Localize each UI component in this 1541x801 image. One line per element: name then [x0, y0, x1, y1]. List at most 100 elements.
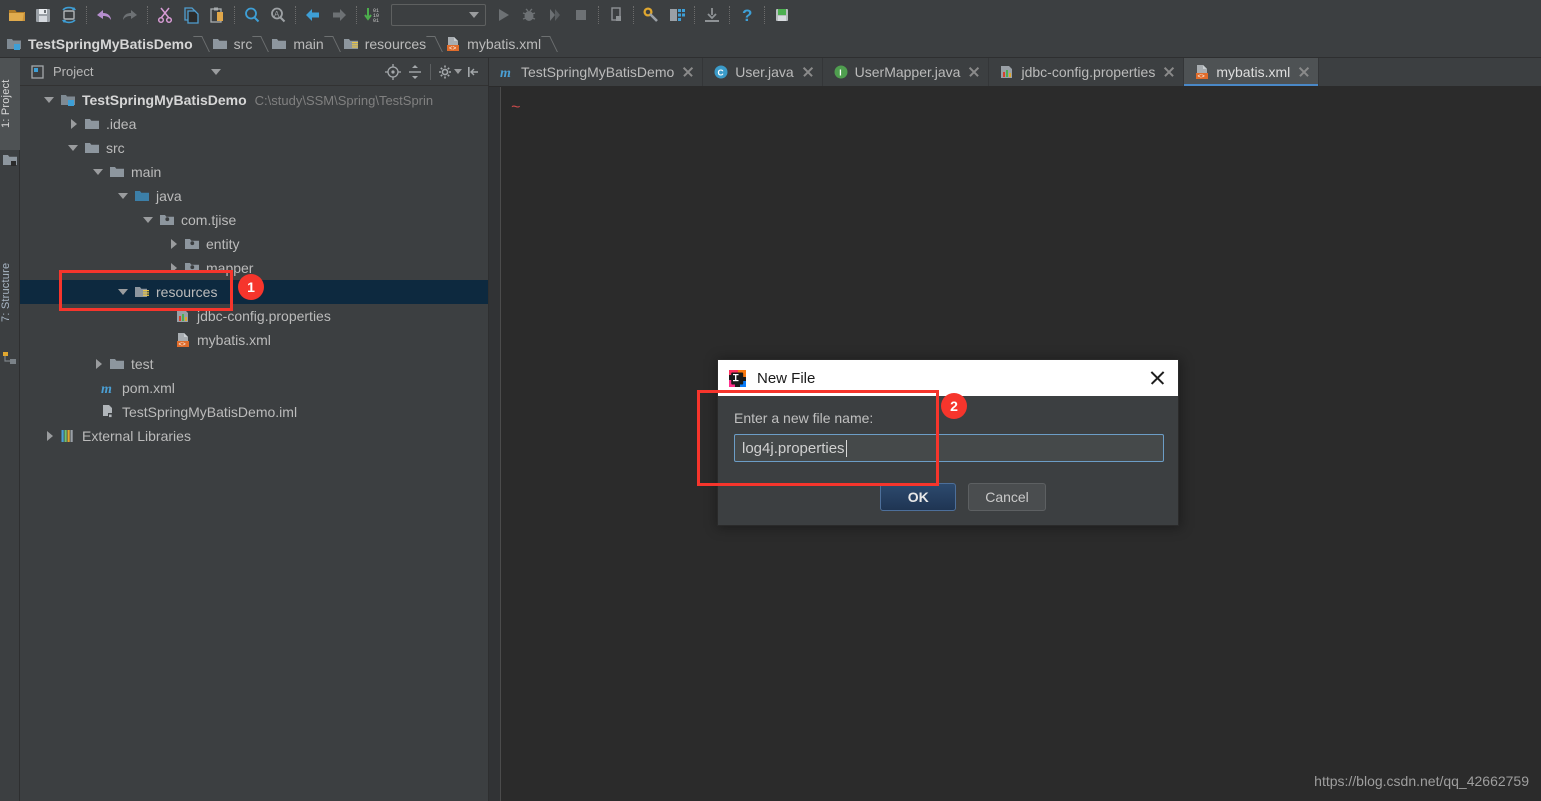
no-chevron-icon: [84, 406, 96, 418]
collapse-all-icon[interactable]: [404, 61, 426, 83]
sync-refresh-icon[interactable]: [56, 2, 82, 28]
compile-icon[interactable]: 01 10 01: [361, 2, 387, 28]
no-chevron-icon: [159, 310, 171, 322]
tab-jdbc-config-properties[interactable]: jdbc-config.properties: [989, 58, 1185, 86]
sidebar-item-label: 7: Structure: [0, 262, 12, 322]
close-icon[interactable]: [682, 66, 694, 78]
tree-row[interactable]: External Libraries: [20, 424, 488, 448]
package-icon: [184, 260, 200, 276]
chevron-down-icon[interactable]: [454, 69, 462, 74]
ok-button[interactable]: OK: [880, 483, 957, 511]
stop-icon[interactable]: [568, 2, 594, 28]
replace-icon[interactable]: A: [265, 2, 291, 28]
class-icon: C: [713, 64, 729, 80]
chevron-down-icon[interactable]: [118, 190, 130, 202]
tree-item-label: main: [131, 164, 162, 180]
cut-icon[interactable]: [152, 2, 178, 28]
run-icon[interactable]: [490, 2, 516, 28]
chevron-right-icon[interactable]: [168, 238, 180, 250]
chevron-down-icon[interactable]: [68, 142, 80, 154]
tree-row[interactable]: .idea: [20, 112, 488, 136]
open-folder-icon[interactable]: [4, 2, 30, 28]
debug-icon[interactable]: [516, 2, 542, 28]
interface-icon: I: [833, 64, 849, 80]
tree-row[interactable]: jdbc-config.properties: [20, 304, 488, 328]
find-icon[interactable]: [239, 2, 265, 28]
project-panel-title[interactable]: Project: [24, 64, 382, 80]
folder-icon: [212, 36, 228, 52]
toolbar-separator: [764, 6, 765, 24]
database-icon[interactable]: [769, 2, 795, 28]
breadcrumb-item-file[interactable]: <> mybatis.xml: [439, 30, 545, 58]
file-name-input[interactable]: log4j.properties: [734, 434, 1164, 462]
run-configuration-select[interactable]: [391, 4, 486, 26]
breadcrumb-separator: [197, 30, 206, 58]
svg-text:01: 01: [373, 18, 379, 24]
chevron-down-icon[interactable]: [143, 214, 155, 226]
chevron-down-icon[interactable]: [118, 286, 130, 298]
breadcrumb-item-project[interactable]: TestSpringMyBatisDemo: [0, 30, 197, 58]
tree-row[interactable]: main: [20, 160, 488, 184]
breadcrumb-item-src[interactable]: src: [206, 30, 257, 58]
settings-wrench-icon[interactable]: [638, 2, 664, 28]
scroll-from-source-icon[interactable]: [382, 61, 404, 83]
breadcrumb-label: mybatis.xml: [467, 35, 542, 52]
coverage-icon[interactable]: [542, 2, 568, 28]
folder-icon: [84, 116, 100, 132]
paste-icon[interactable]: [204, 2, 230, 28]
cancel-button[interactable]: Cancel: [968, 483, 1046, 511]
sidebar-item-project[interactable]: 1: Project: [0, 58, 20, 150]
chevron-right-icon[interactable]: [93, 358, 105, 370]
forward-navigate-icon[interactable]: [326, 2, 352, 28]
chevron-right-icon[interactable]: [168, 262, 180, 274]
tree-row[interactable]: test: [20, 352, 488, 376]
svg-text:?: ?: [742, 6, 752, 24]
update-project-icon[interactable]: [699, 2, 725, 28]
left-tool-window-bar: 1: Project 7: Structure: [0, 58, 20, 801]
tree-row[interactable]: com.tjise: [20, 208, 488, 232]
update-app-icon[interactable]: [603, 2, 629, 28]
folder-icon: [271, 36, 287, 52]
help-icon[interactable]: ?: [734, 2, 760, 28]
source-folder-icon: [134, 188, 150, 204]
tab-user-java[interactable]: C User.java: [703, 58, 823, 86]
tree-row[interactable]: src: [20, 136, 488, 160]
module-icon: [60, 92, 76, 108]
project-structure-icon[interactable]: [664, 2, 690, 28]
tree-row[interactable]: java: [20, 184, 488, 208]
close-icon[interactable]: [1298, 66, 1310, 78]
back-navigate-icon[interactable]: [300, 2, 326, 28]
chevron-down-icon[interactable]: [44, 94, 56, 106]
close-icon[interactable]: [802, 66, 814, 78]
redo-icon[interactable]: [117, 2, 143, 28]
save-all-icon[interactable]: [30, 2, 56, 28]
maven-icon: m: [499, 64, 515, 80]
tree-row[interactable]: TestSpringMyBatisDemo.iml: [20, 400, 488, 424]
sidebar-item-structure[interactable]: 7: Structure: [0, 238, 20, 346]
close-icon[interactable]: [968, 66, 980, 78]
tree-row[interactable]: m pom.xml: [20, 376, 488, 400]
breadcrumb-label: main: [293, 35, 324, 52]
tab-mybatis-xml[interactable]: <> mybatis.xml: [1184, 58, 1320, 86]
chevron-down-icon[interactable]: [93, 166, 105, 178]
chevron-right-icon[interactable]: [68, 118, 80, 130]
close-icon[interactable]: [1163, 66, 1175, 78]
editor-tab-bar: m TestSpringMyBatisDemo C User.java I Us…: [489, 58, 1541, 87]
chevron-right-icon[interactable]: [44, 430, 56, 442]
tree-row[interactable]: entity: [20, 232, 488, 256]
breadcrumb-label: TestSpringMyBatisDemo: [28, 35, 193, 52]
tab-testspringmybatisdemo[interactable]: m TestSpringMyBatisDemo: [489, 58, 704, 86]
dialog-title-bar: New File: [718, 360, 1178, 396]
breadcrumb-item-resources[interactable]: resources: [337, 30, 430, 58]
tree-row[interactable]: <> mybatis.xml: [20, 328, 488, 352]
hide-panel-icon[interactable]: [462, 61, 484, 83]
copy-icon[interactable]: [178, 2, 204, 28]
undo-icon[interactable]: [91, 2, 117, 28]
close-icon[interactable]: [1146, 367, 1168, 389]
breadcrumb-item-main[interactable]: main: [265, 30, 327, 58]
module-icon: [6, 36, 22, 52]
tab-usermapper-java[interactable]: I UserMapper.java: [823, 58, 990, 86]
tree-row[interactable]: TestSpringMyBatisDemo C:\study\SSM\Sprin…: [20, 88, 488, 112]
chevron-down-icon[interactable]: [211, 68, 222, 75]
header-separator: [430, 63, 431, 80]
